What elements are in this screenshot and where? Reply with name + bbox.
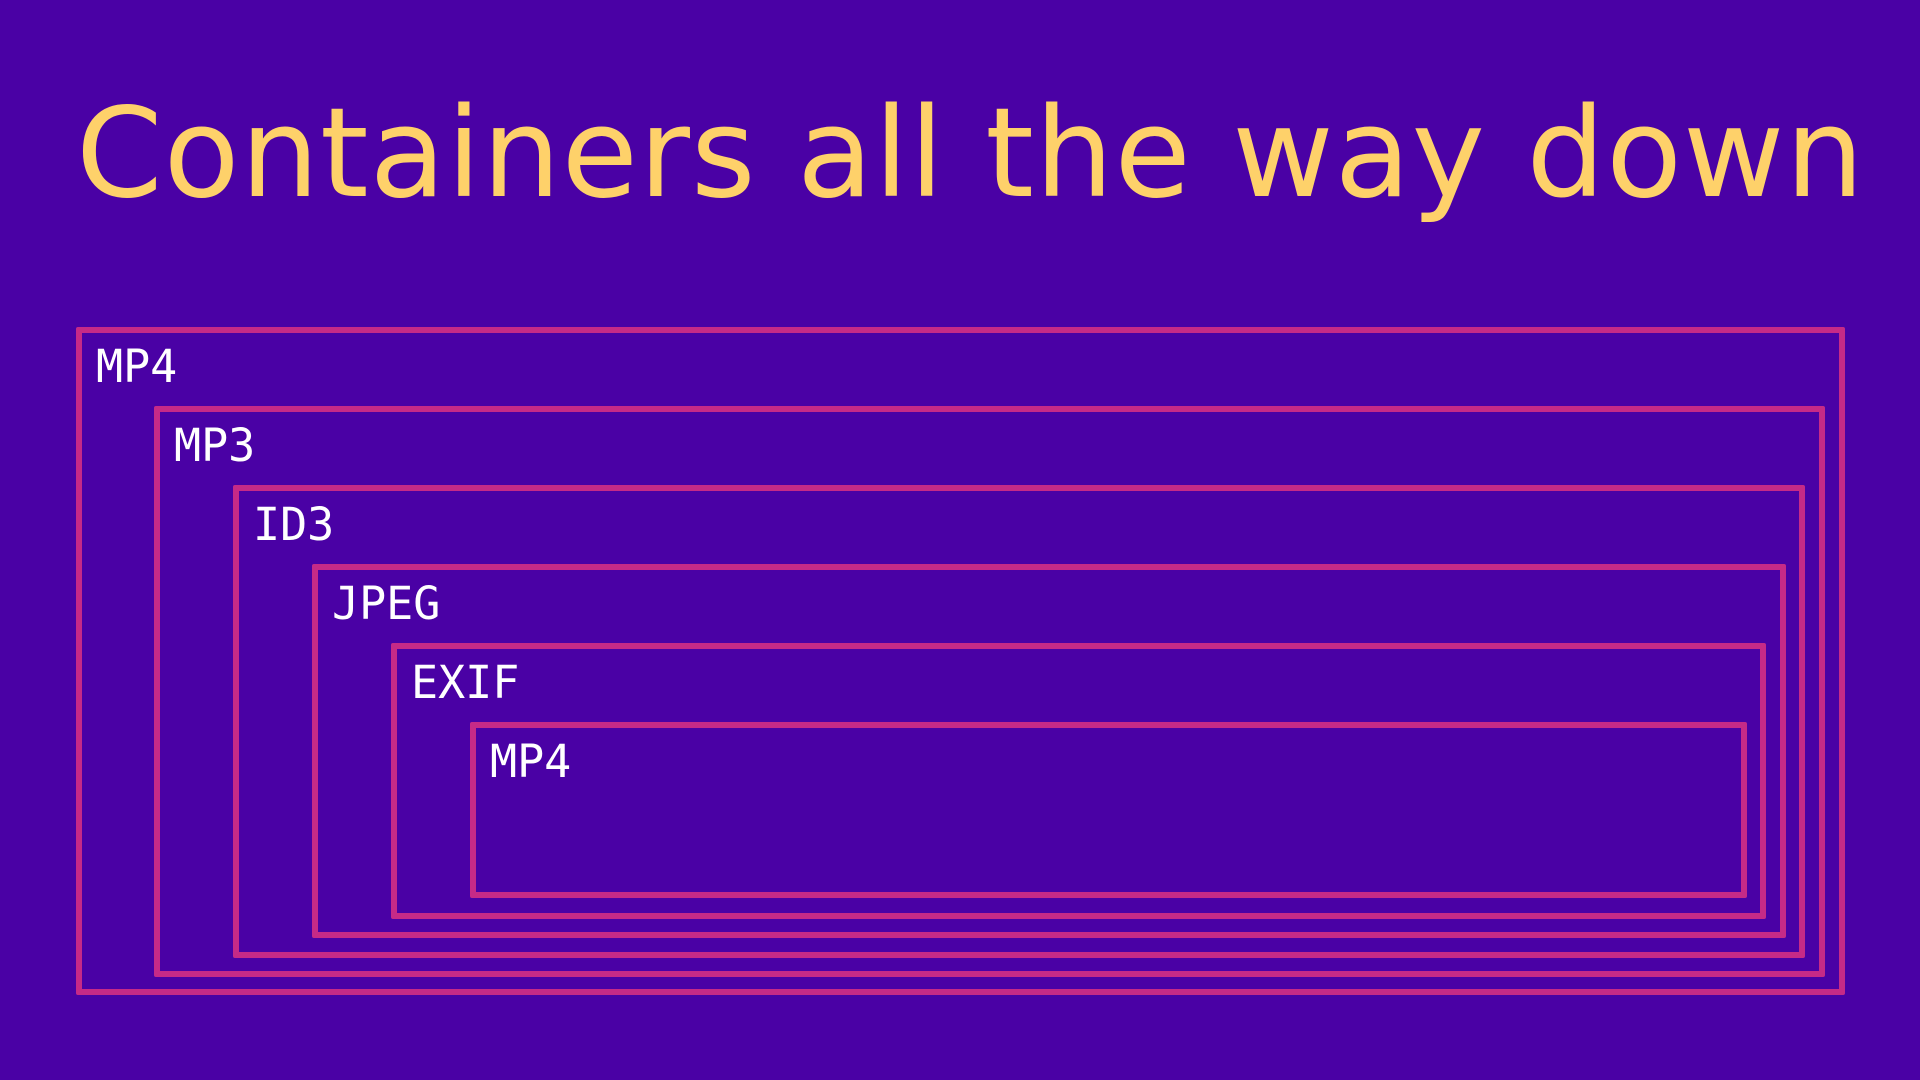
container-label: MP4: [490, 735, 572, 788]
slide-title: Containers all the way down: [76, 82, 1865, 226]
container-label: JPEG: [332, 577, 441, 630]
container-box-mp4-inner: MP4: [470, 722, 1747, 898]
container-label: MP3: [174, 419, 256, 472]
container-label: ID3: [253, 498, 335, 551]
container-label: EXIF: [411, 656, 520, 709]
container-label: MP4: [96, 340, 178, 393]
